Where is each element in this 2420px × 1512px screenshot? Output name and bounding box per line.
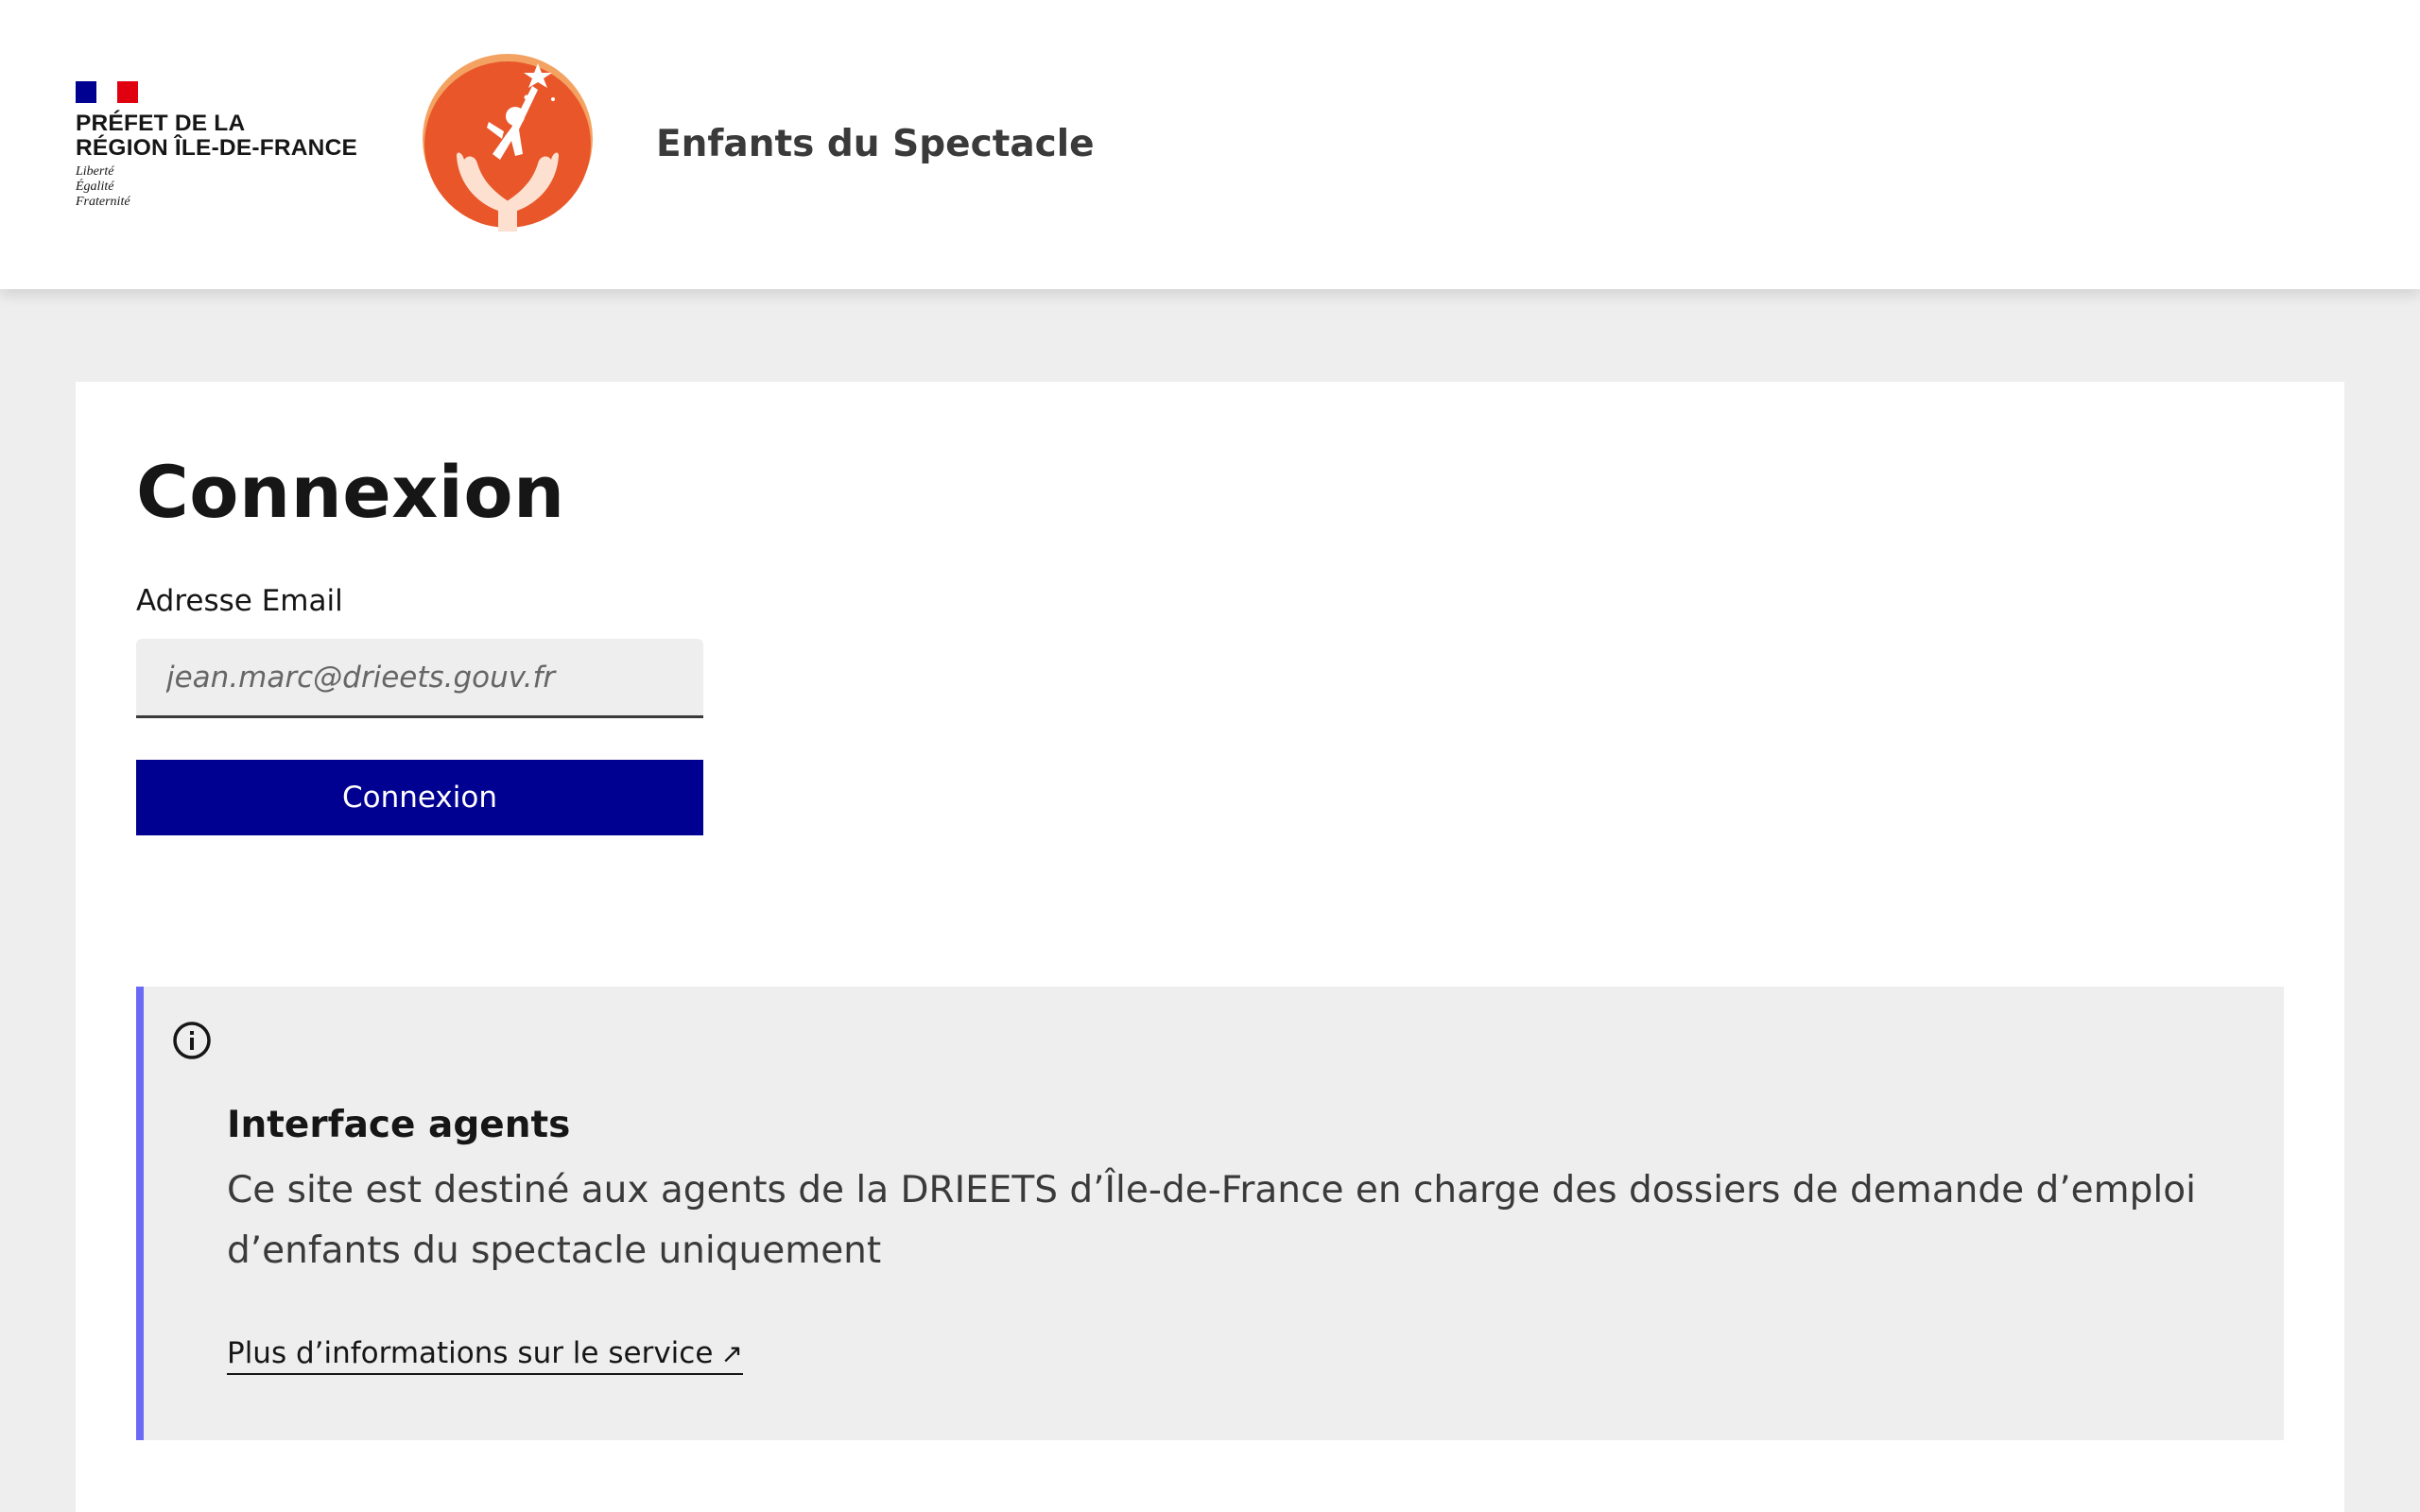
motto-liberte: Liberté <box>76 164 114 179</box>
more-info-link-label: Plus d’informations sur le service <box>227 1336 714 1370</box>
motto-egalite: Égalité <box>76 180 114 194</box>
prefecture-name[interactable]: PRÉFET DE LA RÉGION ÎLE-DE-FRANCE <box>76 112 357 161</box>
republic-motto: Liberté Égalité Fraternité <box>76 164 130 210</box>
prefet-line-2: RÉGION ÎLE-DE-FRANCE <box>76 135 357 161</box>
login-card: Connexion Adresse Email Connexion Interf… <box>76 382 2344 1512</box>
french-flag-icon <box>76 81 138 103</box>
more-info-link[interactable]: Plus d’informations sur le service ↗ <box>227 1336 743 1375</box>
prefet-line-1: PRÉFET DE LA <box>76 111 246 136</box>
email-input[interactable] <box>136 639 703 718</box>
site-header: PRÉFET DE LA RÉGION ÎLE-DE-FRANCE Libert… <box>0 0 2420 289</box>
agents-info-notice: Interface agents Ce site est destiné aux… <box>136 987 2284 1440</box>
login-button[interactable]: Connexion <box>136 760 703 835</box>
external-link-icon: ↗ <box>720 1338 743 1369</box>
email-label: Adresse Email <box>136 584 343 618</box>
motto-fraternite: Fraternité <box>76 195 130 209</box>
notice-title: Interface agents <box>227 1104 571 1146</box>
site-name[interactable]: Enfants du Spectacle <box>656 123 1095 165</box>
page-title: Connexion <box>136 450 565 534</box>
notice-text: Ce site est destiné aux agents de la DRI… <box>227 1169 2196 1272</box>
info-icon <box>173 1022 211 1059</box>
child-reaching-star-logo-icon[interactable] <box>421 43 596 241</box>
